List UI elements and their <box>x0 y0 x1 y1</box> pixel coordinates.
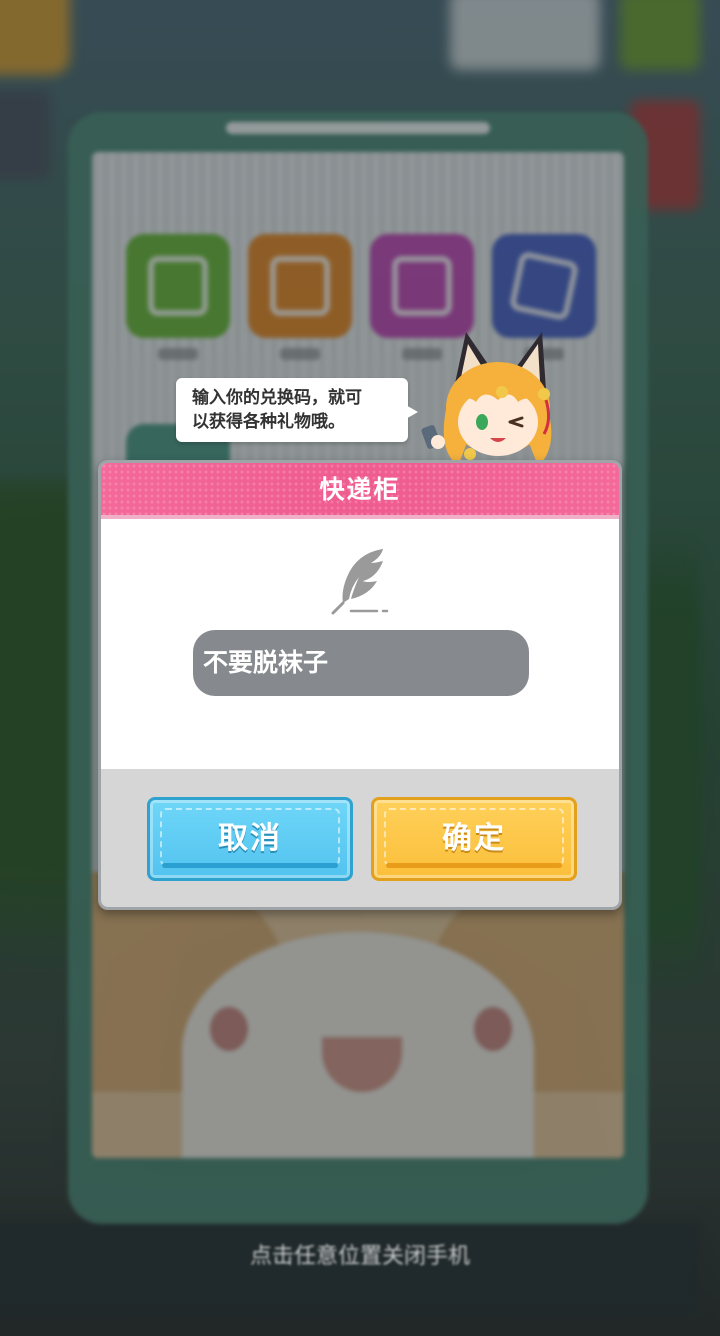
redeem-dialog: 快递柜 不要脱袜子 取消 确定 <box>98 460 622 910</box>
hint-line-2: 以获得各种礼物哦。 <box>192 412 345 432</box>
redeem-code-input[interactable]: 不要脱袜子 <box>193 630 529 696</box>
fox-girl-mascot <box>421 332 552 466</box>
quill-pen-icon <box>331 549 389 615</box>
cancel-button-label: 取消 <box>218 821 282 856</box>
confirm-button-label: 确定 <box>442 821 506 856</box>
hint-bubble-tail <box>404 404 418 420</box>
close-hint-text: 点击任意位置关闭手机 <box>249 1244 470 1269</box>
hint-line-1: 输入你的兑换码，就可 <box>192 388 362 408</box>
dialog-body: 不要脱袜子 <box>101 519 619 769</box>
confirm-button[interactable]: 确定 <box>371 797 577 881</box>
dialog-title: 快递柜 <box>101 463 619 517</box>
hint-bubble: 输入你的兑换码，就可 以获得各种礼物哦。 <box>176 378 408 442</box>
cancel-button[interactable]: 取消 <box>147 797 353 881</box>
